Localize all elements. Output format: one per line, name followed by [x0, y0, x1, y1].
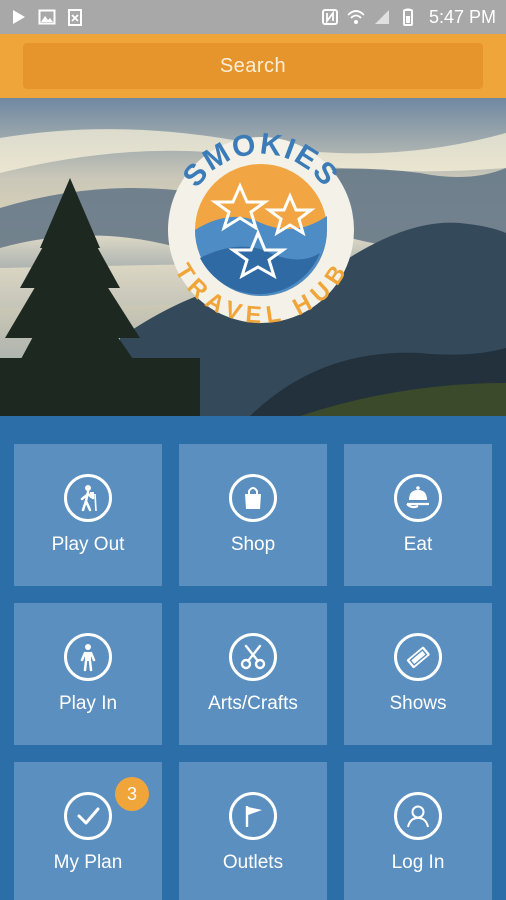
tile-label: Shop [230, 534, 276, 555]
status-bar: 5:47 PM [0, 0, 506, 34]
flag-icon [229, 792, 277, 840]
hiker-icon [64, 474, 112, 522]
status-time: 5:47 PM [428, 6, 496, 27]
hero-image: SMOKIES TRAVEL HUB [0, 98, 506, 416]
tile-label: Eat [403, 534, 433, 555]
tile-outlets[interactable]: Outlets [179, 762, 327, 900]
ticket-icon [394, 633, 442, 681]
tile-label: Log In [391, 852, 445, 873]
tile-shows[interactable]: Shows [344, 603, 492, 745]
status-right-icons: 5:47 PM [321, 7, 496, 28]
tile-arts-crafts[interactable]: Arts/Crafts [179, 603, 327, 745]
user-icon [394, 792, 442, 840]
tile-label: Outlets [222, 852, 284, 873]
tile-label: Shows [389, 693, 447, 714]
status-left-icons [10, 8, 84, 26]
tile-play-in[interactable]: Play In [14, 603, 162, 745]
tile-eat[interactable]: Eat [344, 444, 492, 586]
plan-count-badge: 3 [115, 777, 149, 811]
play-store-icon [10, 8, 28, 26]
scissors-icon [229, 633, 277, 681]
wifi-icon [347, 8, 365, 26]
tile-shop[interactable]: Shop [179, 444, 327, 586]
tile-my-plan[interactable]: My Plan 3 [14, 762, 162, 900]
search-button[interactable]: Search [23, 43, 483, 89]
battery-icon [399, 8, 417, 26]
shopping-bag-icon [229, 474, 277, 522]
search-bar: Search [0, 34, 506, 98]
cloche-icon [394, 474, 442, 522]
tile-label: Arts/Crafts [208, 693, 298, 714]
tile-label: Play Out [51, 534, 125, 555]
nfc-icon [321, 8, 339, 26]
image-icon [38, 8, 56, 26]
walking-person-icon [64, 633, 112, 681]
tile-label: Play In [58, 693, 118, 714]
checkmark-icon [64, 792, 112, 840]
clipboard-icon [66, 8, 84, 26]
signal-icon [373, 8, 391, 26]
tile-log-in[interactable]: Log In [344, 762, 492, 900]
tile-label: My Plan [53, 852, 123, 873]
tile-play-out[interactable]: Play Out [14, 444, 162, 586]
